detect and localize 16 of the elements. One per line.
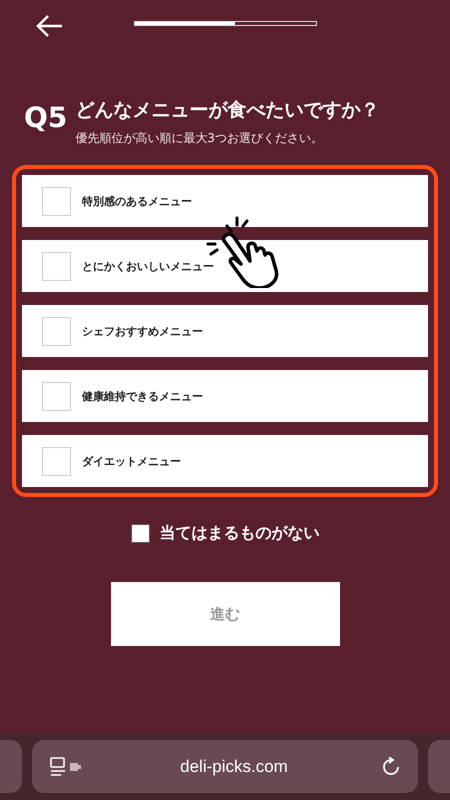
question-number: Q5 xyxy=(24,100,68,136)
option-item[interactable]: 特別感のあるメニュー xyxy=(22,175,428,227)
question-title: どんなメニューが食べたいですか？ xyxy=(75,98,380,122)
option-item[interactable]: ダイエットメニュー xyxy=(22,435,428,487)
option-item[interactable]: とにかくおいしいメニュー xyxy=(22,240,428,292)
option-label: ダイエットメニュー xyxy=(82,454,181,468)
question-note: 優先順位が高い順に最大3つお選びください。 xyxy=(75,130,324,147)
option-label: 特別感のあるメニュー xyxy=(82,194,192,208)
none-option-label: 当てはまるものがない xyxy=(160,523,320,544)
option-label: 健康維持できるメニュー xyxy=(82,388,203,404)
option-label: とにかくおいしいメニュー xyxy=(82,258,214,274)
address-bar[interactable]: deli-picks.com xyxy=(32,740,418,793)
url-text: deli-picks.com xyxy=(179,756,289,776)
option-label: シェフおすすめメニュー xyxy=(82,324,203,338)
option-item[interactable]: シェフおすすめメニュー xyxy=(22,305,428,357)
option-item[interactable]: 健康維持できるメニュー xyxy=(22,370,428,422)
